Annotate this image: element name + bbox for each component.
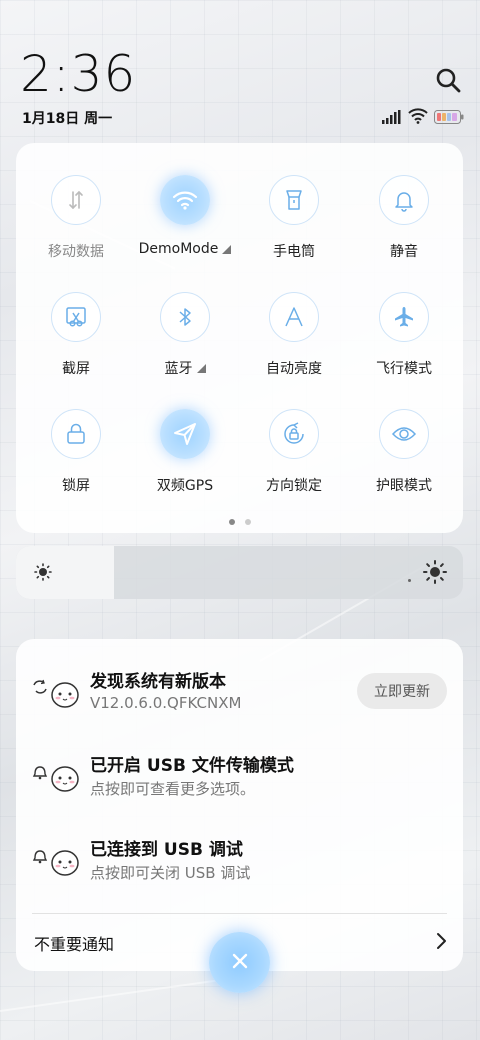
- app-avatar-icon: [30, 841, 80, 881]
- notification-item[interactable]: 已连接到 USB 调试 点按即可关闭 USB 调试: [16, 835, 463, 905]
- expand-arrow-icon[interactable]: [222, 244, 232, 254]
- chevron-right-icon[interactable]: [435, 932, 447, 954]
- page-dot: [244, 519, 251, 525]
- status-icons: [382, 108, 464, 128]
- mobile-data-icon: [51, 175, 101, 225]
- tile-label-text: DemoMode: [138, 241, 219, 257]
- tile-wifi[interactable]: DemoMode: [130, 175, 240, 257]
- wifi-icon: [160, 175, 210, 225]
- tile-eye[interactable]: 护眼模式: [349, 409, 459, 495]
- divider: [32, 913, 447, 914]
- brightness-marker: [408, 579, 411, 582]
- bluetooth-icon: [160, 292, 210, 342]
- tile-label: 方向锁定: [266, 475, 322, 495]
- tile-label-text: 方向锁定: [266, 478, 322, 494]
- app-avatar-icon: [30, 757, 80, 797]
- gps-icon: [160, 409, 210, 459]
- tile-label: 蓝牙: [165, 358, 206, 378]
- search-icon[interactable]: [434, 66, 462, 94]
- brightness-fill: [16, 546, 115, 599]
- tile-rotation-lock[interactable]: 方向锁定: [239, 409, 349, 495]
- page-dot: [228, 519, 235, 525]
- app-avatar-icon: [30, 673, 80, 713]
- signal-icon: [382, 109, 402, 128]
- tile-label-text: 移动数据: [48, 244, 104, 260]
- date-label: 1月18日 周一: [22, 111, 113, 127]
- tile-label: 手电筒: [273, 241, 315, 261]
- tile-label: 自动亮度: [266, 358, 322, 378]
- unimportant-notifications-link[interactable]: 不重要通知: [34, 931, 114, 955]
- tile-label-text: 锁屏: [62, 478, 90, 494]
- airplane-icon: [379, 292, 429, 342]
- tile-label: 截屏: [62, 358, 90, 378]
- tile-label-text: 手电筒: [273, 244, 315, 260]
- brightness-slider[interactable]: [16, 546, 463, 599]
- tile-label: 护眼模式: [376, 475, 432, 495]
- tile-label-text: 截屏: [62, 361, 90, 377]
- notification-panel: 发现系统有新版本 V12.0.6.0.QFKCNXM 立即更新 已开启 USB …: [16, 639, 463, 971]
- rotation-lock-icon: [269, 409, 319, 459]
- tile-flashlight[interactable]: 手电筒: [239, 175, 349, 261]
- battery-icon: [434, 109, 464, 128]
- tile-label-text: 自动亮度: [266, 361, 322, 377]
- eye-icon: [379, 409, 429, 459]
- notification-title: 已连接到 USB 调试: [90, 840, 243, 860]
- tile-label: 静音: [390, 241, 418, 261]
- notification-item[interactable]: 已开启 USB 文件传输模式 点按即可查看更多选项。: [16, 751, 463, 821]
- tile-label-text: 护眼模式: [376, 478, 432, 494]
- tile-label: DemoMode: [139, 241, 232, 257]
- page-indicator: [16, 519, 463, 525]
- tile-mobile-data[interactable]: 移动数据: [21, 175, 131, 261]
- auto-brightness-icon: [269, 292, 319, 342]
- brightness-low-icon: [34, 563, 52, 585]
- tile-lock[interactable]: 锁屏: [21, 409, 131, 495]
- tile-label: 双频GPS: [157, 475, 213, 495]
- tile-label: 移动数据: [48, 241, 104, 261]
- update-now-button[interactable]: 立即更新: [357, 673, 447, 709]
- tile-bell[interactable]: 静音: [349, 175, 459, 261]
- wifi-icon: [408, 108, 428, 128]
- clock-time: 2:36: [20, 45, 137, 103]
- tile-screenshot[interactable]: 截屏: [21, 292, 131, 378]
- notification-subtitle: 点按即可查看更多选项。: [90, 780, 256, 798]
- tile-label-text: 飞行模式: [376, 361, 432, 377]
- brightness-high-icon: [423, 560, 447, 588]
- tile-label-text: 双频GPS: [156, 478, 214, 494]
- tile-label: 锁屏: [62, 475, 90, 495]
- clear-all-button[interactable]: [209, 932, 270, 993]
- tile-label: 飞行模式: [376, 358, 432, 378]
- flashlight-icon: [269, 175, 319, 225]
- notification-title: 发现系统有新版本: [90, 672, 226, 692]
- screenshot-icon: [51, 292, 101, 342]
- bell-icon: [379, 175, 429, 225]
- tile-auto-brightness[interactable]: 自动亮度: [239, 292, 349, 378]
- quick-settings-panel: 移动数据 DemoMode 手电筒 静音截屏 蓝牙 自动亮度 飞行模式锁屏 双频GPS 方向锁定…: [16, 143, 463, 533]
- tile-label-text: 静音: [390, 244, 418, 260]
- notification-subtitle: V12.0.6.0.QFKCNXM: [90, 694, 242, 712]
- notification-subtitle: 点按即可关闭 USB 调试: [90, 864, 251, 882]
- close-icon: [231, 952, 249, 973]
- lock-icon: [51, 409, 101, 459]
- expand-arrow-icon[interactable]: [196, 363, 206, 373]
- tile-label-text: 蓝牙: [164, 361, 193, 377]
- tile-gps[interactable]: 双频GPS: [130, 409, 240, 495]
- tile-bluetooth[interactable]: 蓝牙: [130, 292, 240, 378]
- notification-item[interactable]: 发现系统有新版本 V12.0.6.0.QFKCNXM 立即更新: [16, 667, 463, 737]
- notification-title: 已开启 USB 文件传输模式: [90, 756, 294, 776]
- tile-airplane[interactable]: 飞行模式: [349, 292, 459, 378]
